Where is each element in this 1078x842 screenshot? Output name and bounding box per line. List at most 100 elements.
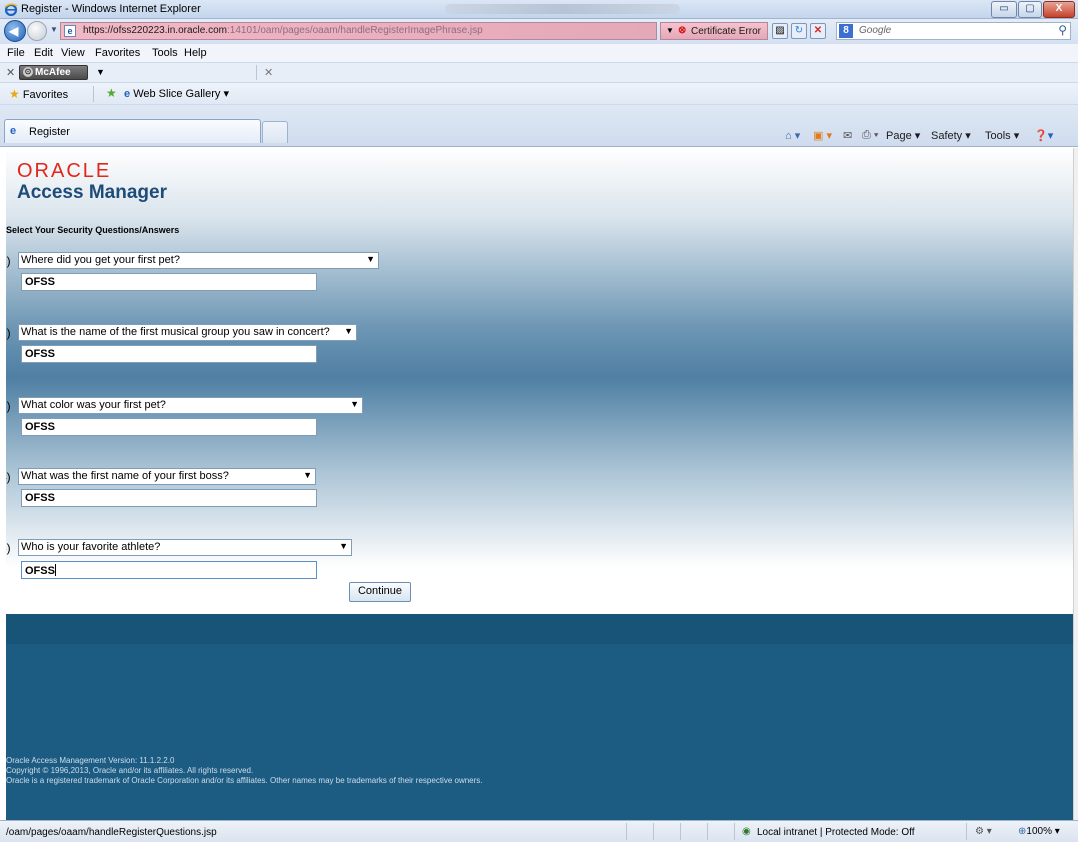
certificate-error-button[interactable]: ▼ ⊗ Certificate Error <box>660 22 768 40</box>
web-slice-gallery-link[interactable]: e Web Slice Gallery ▾ <box>124 87 229 100</box>
protected-mode-icon[interactable]: ⚙ ▾ <box>975 826 992 837</box>
tab-register[interactable]: e Register <box>4 119 261 143</box>
question-4-select[interactable]: What was the first name of your first bo… <box>18 468 316 485</box>
menu-file[interactable]: File <box>7 47 25 59</box>
question-4-number: 4) <box>6 470 11 484</box>
ie-tab-icon: e <box>10 125 17 137</box>
close-toolbar-icon-2[interactable]: ✕ <box>264 66 273 79</box>
question-2-text: What is the name of the first musical gr… <box>21 326 330 338</box>
favorites-divider <box>93 86 94 102</box>
continue-button[interactable]: Continue <box>349 582 411 602</box>
url-path: :14101/oam/pages/oaam/handleRegisterImag… <box>226 25 483 36</box>
status-divider <box>707 823 708 840</box>
question-1-number: 1) <box>6 254 11 268</box>
address-bar: ◀ ▼ e https://ofss220223.in.oracle.com:1… <box>0 19 1078 44</box>
status-divider <box>653 823 654 840</box>
question-3-text: What color was your first pet? <box>21 399 166 411</box>
product-title: Access Manager <box>17 182 167 203</box>
answer-3-input[interactable]: OFSS <box>21 418 317 436</box>
section-heading: Select Your Security Questions/Answers <box>6 225 180 235</box>
page-menu[interactable]: Page ▾ <box>886 129 920 142</box>
maximize-button[interactable]: ▢ <box>1018 1 1042 18</box>
favorites-button[interactable]: ★ Favorites <box>9 87 68 101</box>
status-divider <box>734 823 735 840</box>
favorites-label: Favorites <box>22 89 69 101</box>
home-icon[interactable]: ⌂ ▾ <box>785 129 800 142</box>
ie-page-icon: e <box>124 88 131 100</box>
help-icon[interactable]: ❓▾ <box>1034 129 1053 142</box>
mcafee-button[interactable]: ⊙ McAfee <box>19 65 88 80</box>
dropdown-arrow-icon: ▼ <box>344 326 353 336</box>
title-bar: Register - Windows Internet Explorer ▭ ▢… <box>0 0 1078 19</box>
zoom-level: 100% <box>1026 826 1052 837</box>
intranet-zone-icon: ◉ <box>742 826 751 837</box>
answer-5-value: OFSS <box>25 565 55 577</box>
back-button[interactable]: ◀ <box>4 20 26 42</box>
answer-5-input[interactable]: OFSS <box>21 561 317 579</box>
url-dropdown-icon[interactable]: ▼ <box>666 26 674 35</box>
dropdown-arrow-icon: ▼ <box>366 254 375 264</box>
search-input[interactable]: 8 Google ⚲ <box>836 22 1071 40</box>
minimize-button[interactable]: ▭ <box>991 1 1017 18</box>
menu-bar: File Edit View Favorites Tools Help <box>0 44 1078 63</box>
mail-icon[interactable]: ✉ <box>843 129 852 142</box>
mcafee-label: McAfee <box>35 67 71 78</box>
url-host: https://ofss220223.in.oracle.com <box>83 25 227 36</box>
zoom-control[interactable]: ⊕100% ▾ <box>1018 826 1060 837</box>
compatibility-icon[interactable]: ▨ <box>772 23 788 39</box>
add-favorite-icon[interactable]: ★ <box>106 86 117 100</box>
question-3-select[interactable]: What color was your first pet? ▼ <box>18 397 363 414</box>
answer-2-input[interactable]: OFSS <box>21 345 317 363</box>
answer-4-input[interactable]: OFSS <box>21 489 317 507</box>
title-blur <box>445 4 680 14</box>
certificate-error-label: Certificate Error <box>691 26 762 37</box>
question-4-text: What was the first name of your first bo… <box>21 470 229 482</box>
forward-button[interactable] <box>27 21 47 41</box>
status-divider <box>680 823 681 840</box>
tab-label: Register <box>29 126 70 138</box>
oracle-logo: ORACLE <box>17 160 112 182</box>
footer-band-top <box>6 614 1073 644</box>
print-icon[interactable]: ⎙ ▾ <box>862 129 878 142</box>
tab-bar: e Register ⌂ ▾ ▣ ▾ ✉ ⎙ ▾ Page ▾ Safety ▾… <box>0 105 1078 147</box>
stop-icon[interactable]: ✕ <box>810 23 826 39</box>
refresh-icon[interactable]: ↻ <box>791 23 807 39</box>
status-url: /oam/pages/oaam/handleRegisterQuestions.… <box>6 827 217 838</box>
new-tab-button[interactable] <box>262 121 288 143</box>
tools-menu[interactable]: Tools ▾ <box>985 129 1019 142</box>
toolbar-divider <box>256 65 257 80</box>
google-icon: 8 <box>839 24 853 38</box>
question-5-select[interactable]: Who is your favorite athlete? ▼ <box>18 539 352 556</box>
close-toolbar-icon[interactable]: ✕ <box>6 66 15 79</box>
version-text: Oracle Access Management Version: 11.1.2… <box>6 756 175 765</box>
menu-favorites[interactable]: Favorites <box>95 47 140 59</box>
vertical-scrollbar[interactable] <box>1073 148 1078 820</box>
question-3-number: 3) <box>6 399 11 413</box>
menu-help[interactable]: Help <box>184 47 207 59</box>
menu-view[interactable]: View <box>61 47 85 59</box>
safety-menu[interactable]: Safety ▾ <box>931 129 971 142</box>
favorites-star-icon: ★ <box>9 87 20 101</box>
history-dropdown-icon[interactable]: ▼ <box>50 25 58 34</box>
page-icon: e <box>64 25 76 37</box>
dropdown-arrow-icon: ▼ <box>339 541 348 551</box>
status-divider <box>966 823 967 840</box>
question-2-number: 2) <box>6 326 11 340</box>
dropdown-arrow-icon: ▼ <box>303 470 312 480</box>
answer-1-input[interactable]: OFSS <box>21 273 317 291</box>
menu-tools[interactable]: Tools <box>152 47 178 59</box>
close-window-button[interactable]: X <box>1043 1 1075 18</box>
feeds-icon[interactable]: ▣ ▾ <box>813 129 832 142</box>
menu-edit[interactable]: Edit <box>34 47 53 59</box>
status-divider <box>626 823 627 840</box>
security-zone[interactable]: Local intranet | Protected Mode: Off <box>757 827 915 838</box>
question-1-select[interactable]: Where did you get your first pet? ▼ <box>18 252 379 269</box>
web-slice-label: Web Slice Gallery ▾ <box>133 88 229 100</box>
mcafee-dropdown-icon[interactable]: ▼ <box>96 67 105 77</box>
copyright-text: Copyright © 1996,2013, Oracle and/or its… <box>6 766 254 775</box>
search-placeholder: Google <box>859 25 892 36</box>
url-field[interactable]: e https://ofss220223.in.oracle.com:14101… <box>60 22 657 40</box>
mcafee-icon: ⊙ <box>23 67 33 77</box>
search-icon[interactable]: ⚲ <box>1058 23 1067 37</box>
question-2-select[interactable]: What is the name of the first musical gr… <box>18 324 357 341</box>
